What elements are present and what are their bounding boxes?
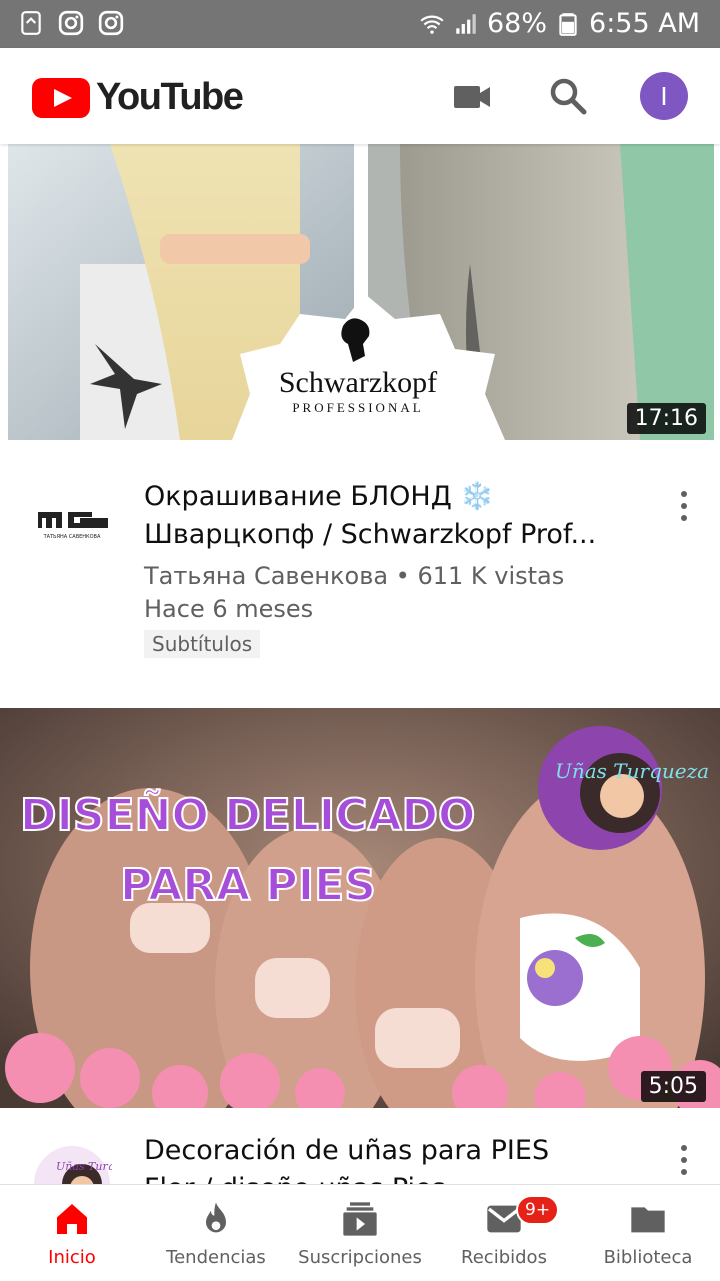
nav-item-biblioteca[interactable]: Biblioteca [576,1185,720,1281]
instagram-icon [98,10,124,36]
video-thumbnail[interactable]: Schwarzkopf PROFESSIONAL 17:16 [0,144,720,440]
bottom-navigation: Inicio Tendencias Suscripciones 9+ Recib… [0,1184,720,1281]
thumbnail-brand-subtext: PROFESSIONAL [292,400,423,415]
nav-item-recibidos[interactable]: 9+ Recibidos [432,1185,576,1281]
video-meta: ТАТЬЯНА САВЕНКОВА Окрашивание БЛОНД ❄️ Ш… [0,440,720,708]
clock: 6:55 AM [589,8,700,39]
video-title-line: Окрашивание БЛОНД ❄️ [144,481,495,512]
more-options-icon[interactable] [672,1140,696,1180]
youtube-play-icon [32,77,90,118]
notification-badge: 9+ [516,1195,560,1225]
nav-label: Tendencias [166,1247,266,1268]
flame-icon [206,1202,226,1233]
thumbnail-headline-2: PARA PIES [120,860,376,911]
youtube-logo[interactable]: YouTube [32,76,244,119]
recycle-notif-icon [21,11,41,35]
home-icon [57,1204,87,1234]
battery-percent: 68% [487,8,548,39]
video-title[interactable]: Decoración de uñas para PIES Flor / dise… [144,1132,624,1184]
upload-age: Hace 6 meses [144,595,314,623]
captions-badge: Subtítulos [144,630,261,658]
nav-item-suscripciones[interactable]: Suscripciones [288,1185,432,1281]
nav-label: Inicio [48,1247,96,1268]
nav-item-tendencias[interactable]: Tendencias [144,1185,288,1281]
video-thumbnail[interactable]: Uñas Turqueza DISEÑO DELICADO PARA PIES … [0,708,720,1108]
logo-text: YouTube [96,76,244,118]
thumbnail-brand-text: Schwarzkopf [279,366,437,399]
nav-label: Recibidos [461,1247,547,1268]
subscriptions-icon [343,1202,377,1236]
instagram-icon [58,10,84,36]
video-title-line: Шварцкопф / Schwarzkopf Prof... [144,519,597,550]
video-title-line: Decoración de uñas para PIES [144,1135,550,1166]
video-meta: Uñas Turqueza Decoración de uñas para PI… [0,1108,720,1184]
signal-icon [456,13,476,34]
wifi-icon [420,15,444,34]
video-duration: 17:16 [626,403,706,434]
nav-label: Suscripciones [298,1247,422,1268]
nav-item-inicio[interactable]: Inicio [0,1185,144,1281]
video-duration: 5:05 [640,1071,706,1102]
status-bar: 68% 6:55 AM [0,0,720,48]
camera-icon[interactable] [448,72,496,120]
video-title-line: Flor / diseño uñas Pies [144,1170,624,1184]
search-icon[interactable] [544,72,592,120]
channel-avatar[interactable]: Uñas Turqueza [32,1144,112,1184]
channel-avatar-text: ТАТЬЯНА САВЕНКОВА [43,534,101,540]
channel-views: Татьяна Савенкова • 611 K vistas [144,562,565,590]
thumbnail-image: Uñas Turqueza DISEÑO DELICADO PARA PIES [0,708,720,1108]
video-title[interactable]: Окрашивание БЛОНД ❄️ Шварцкопф / Schwarz… [144,478,624,554]
thumbnail-image: Schwarzkopf PROFESSIONAL [8,144,714,440]
nav-label: Biblioteca [603,1247,693,1268]
thumbnail-headline-1: DISEÑO DELICADO [20,788,475,841]
battery-icon [559,12,577,36]
app-bar: YouTube I [0,48,720,144]
channel-avatar[interactable]: ТАТЬЯНА САВЕНКОВА [32,478,112,558]
more-options-icon[interactable] [672,486,696,526]
account-avatar[interactable]: I [640,72,688,120]
channel-avatar-text: Uñas Turqueza [56,1160,112,1173]
thumbnail-logo-text: Uñas Turqueza [555,759,709,783]
folder-icon [631,1207,665,1233]
